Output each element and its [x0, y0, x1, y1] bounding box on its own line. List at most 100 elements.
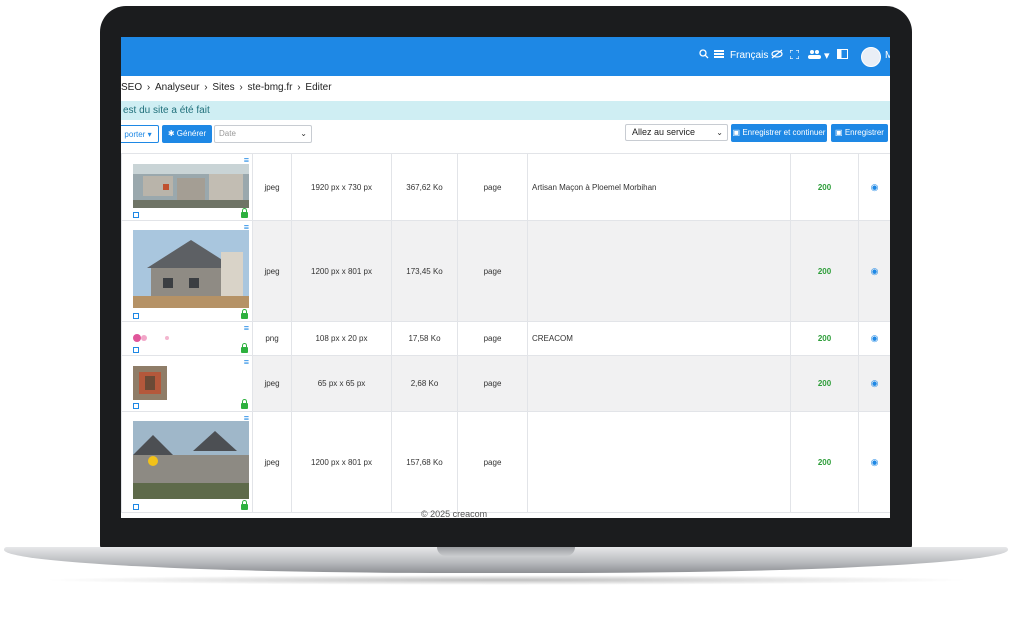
- dimensions-cell: 108 px x 20 px: [291, 321, 392, 356]
- lock-icon: [241, 399, 248, 409]
- footer-copyright: © 2025 creacom: [421, 509, 488, 518]
- view-cell: ◉: [858, 321, 890, 356]
- export-label: porter: [124, 130, 146, 139]
- format-cell: jpeg: [252, 153, 292, 221]
- select-checkbox[interactable]: [133, 313, 139, 319]
- image-thumbnail: [133, 366, 167, 400]
- breadcrumb-item-current: Editer: [305, 82, 332, 93]
- size-cell: 157,68 Ko: [391, 411, 458, 513]
- hamburger-icon[interactable]: ≡: [244, 324, 249, 333]
- image-thumbnail: [133, 334, 169, 342]
- save-continue-button[interactable]: ▣ Enregistrer et continuer: [731, 124, 827, 142]
- format-cell: jpeg: [252, 355, 292, 412]
- user-name[interactable]: M: [885, 50, 890, 61]
- breadcrumb-item-site[interactable]: ste-bmg.fr: [248, 82, 293, 93]
- eye-icon[interactable]: ◉: [871, 457, 879, 467]
- dropdown-caret-icon[interactable]: ▾: [824, 49, 830, 63]
- status-cell: 200: [790, 153, 859, 221]
- image-thumbnail: [133, 230, 249, 308]
- eye-slash-icon[interactable]: [771, 49, 783, 63]
- language-selector[interactable]: Français: [730, 49, 768, 63]
- status-cell: 200: [790, 355, 859, 412]
- table-row[interactable]: ≡ jpeg 1200 px x 801 px 173,45 Ko page 2…: [121, 220, 890, 322]
- save-label: Enregistrer: [844, 128, 884, 137]
- save-button[interactable]: ▣ Enregistrer: [831, 124, 888, 142]
- eye-icon[interactable]: ◉: [871, 182, 879, 192]
- save-icon: ▣: [732, 128, 741, 137]
- dimensions-cell: 65 px x 65 px: [291, 355, 392, 412]
- image-cell: ≡: [121, 355, 253, 412]
- generate-button[interactable]: ✱ Générer: [162, 125, 212, 143]
- hamburger-icon[interactable]: ≡: [244, 358, 249, 367]
- status-cell: 200: [790, 220, 859, 322]
- title-cell: CREACOM: [527, 321, 791, 356]
- table-row[interactable]: ≡ jpeg 65 px x 65 px 2,68 Ko page 200 ◉: [121, 355, 890, 412]
- select-checkbox[interactable]: [133, 403, 139, 409]
- info-alert: est du site a été fait: [121, 101, 890, 120]
- select-checkbox[interactable]: [133, 212, 139, 218]
- select-checkbox[interactable]: [133, 504, 139, 510]
- format-cell: jpeg: [252, 220, 292, 322]
- laptop-notch: [437, 547, 575, 556]
- title-cell: [527, 411, 791, 513]
- eye-icon[interactable]: ◉: [871, 266, 879, 276]
- image-cell: ≡: [121, 411, 253, 513]
- date-placeholder: Date: [219, 129, 236, 138]
- breadcrumb-item-seo[interactable]: SEO: [121, 82, 142, 93]
- chevron-down-icon: ⌄: [716, 128, 723, 137]
- type-cell: page: [457, 153, 528, 221]
- format-cell: png: [252, 321, 292, 356]
- breadcrumb: SEO › Analyseur › Sites › ste-bmg.fr › E…: [121, 82, 334, 93]
- type-cell: page: [457, 220, 528, 322]
- lock-icon: [241, 309, 248, 319]
- image-cell: ≡: [121, 153, 253, 221]
- export-button[interactable]: porter ▾: [121, 125, 159, 143]
- laptop-shadow: [40, 575, 972, 585]
- lock-icon: [241, 208, 248, 218]
- images-table: ≡ jpeg 1920 px x 730 px 367,62 Ko page A…: [121, 153, 890, 513]
- gear-icon: ✱: [167, 129, 175, 138]
- view-cell: ◉: [858, 355, 890, 412]
- eye-icon[interactable]: ◉: [871, 378, 879, 388]
- table-row[interactable]: ≡ jpeg 1200 px x 801 px 157,68 Ko page 2…: [121, 411, 890, 513]
- generate-label: Générer: [176, 129, 207, 138]
- fullscreen-icon[interactable]: [789, 49, 800, 63]
- dimensions-cell: 1920 px x 730 px: [291, 153, 392, 221]
- title-cell: Artisan Maçon à Ploemel Morbihan: [527, 153, 791, 221]
- list-icon[interactable]: [714, 49, 724, 63]
- sidebar-toggle-icon[interactable]: [837, 49, 848, 63]
- breadcrumb-item-analyseur[interactable]: Analyseur: [155, 82, 199, 93]
- eye-icon[interactable]: ◉: [871, 333, 879, 343]
- date-select[interactable]: Date ⌄: [214, 125, 312, 143]
- action-toolbar: porter ▾ ✱ Générer Date ⌄ Allez au servi…: [121, 124, 890, 145]
- view-cell: ◉: [858, 411, 890, 513]
- table-row[interactable]: ≡ png 108 px x 20 px 17,58 Ko page CREAC…: [121, 321, 890, 356]
- status-cell: 200: [790, 321, 859, 356]
- view-cell: ◉: [858, 220, 890, 322]
- dimensions-cell: 1200 px x 801 px: [291, 411, 392, 513]
- avatar[interactable]: [861, 47, 881, 67]
- service-select[interactable]: Allez au service ⌄: [625, 124, 728, 141]
- lock-icon: [241, 500, 248, 510]
- breadcrumb-separator: ›: [236, 82, 246, 93]
- dimensions-cell: 1200 px x 801 px: [291, 220, 392, 322]
- breadcrumb-separator: ›: [201, 82, 211, 93]
- breadcrumb-separator: ›: [294, 82, 304, 93]
- breadcrumb-item-sites[interactable]: Sites: [212, 82, 234, 93]
- screen: Français ▾ M SEO › Analyseur › Sites › s…: [121, 37, 890, 518]
- image-thumbnail: [133, 421, 249, 499]
- format-cell: jpeg: [252, 411, 292, 513]
- search-icon[interactable]: [699, 49, 709, 63]
- image-cell: ≡: [121, 220, 253, 322]
- laptop-mockup: Français ▾ M SEO › Analyseur › Sites › s…: [0, 0, 1012, 641]
- image-cell: ≡: [121, 321, 253, 356]
- breadcrumb-separator: ›: [144, 82, 154, 93]
- service-select-value: Allez au service: [632, 127, 696, 137]
- select-checkbox[interactable]: [133, 347, 139, 353]
- save-icon: ▣: [835, 128, 843, 137]
- table-row[interactable]: ≡ jpeg 1920 px x 730 px 367,62 Ko page A…: [121, 153, 890, 221]
- top-navbar: Français ▾ M: [121, 37, 890, 76]
- image-thumbnail: [133, 164, 249, 208]
- users-icon[interactable]: [808, 49, 821, 63]
- save-continue-label: Enregistrer et continuer: [742, 128, 826, 137]
